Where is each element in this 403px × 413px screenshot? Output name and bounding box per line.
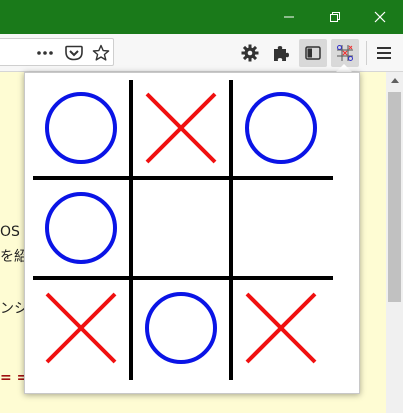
board-cell-2-0[interactable] [33, 280, 129, 376]
page-scrollbar[interactable] [386, 72, 403, 413]
o-mark-icon [45, 92, 117, 164]
bookmark-button[interactable] [90, 34, 112, 71]
page-actions-button[interactable] [34, 34, 56, 71]
board-cell-2-1[interactable] [133, 280, 229, 376]
chevron-up-icon [390, 78, 399, 83]
gear-icon [241, 44, 259, 61]
o-mark-icon [45, 192, 117, 264]
board-cell-0-1[interactable] [133, 80, 229, 176]
scrollbar-thumb[interactable] [388, 92, 401, 302]
close-window-button[interactable] [357, 0, 403, 34]
tictactoe-extension-icon [337, 44, 353, 61]
tictactoe-board [33, 80, 333, 380]
close-icon [374, 11, 386, 23]
o-mark-icon [145, 292, 217, 364]
hamburger-menu-icon [377, 46, 391, 59]
settings-button[interactable] [238, 34, 262, 71]
board-cell-2-2[interactable] [233, 280, 329, 376]
x-mark-icon [45, 292, 117, 364]
board-cell-1-1[interactable] [133, 180, 229, 276]
x-mark-icon [245, 292, 317, 364]
puzzle-icon [274, 45, 289, 61]
restore-button[interactable] [312, 0, 358, 34]
minimize-button[interactable] [266, 0, 312, 34]
board-cell-1-0[interactable] [33, 180, 129, 276]
more-dots-icon [37, 50, 53, 55]
popup-arrow [336, 64, 352, 72]
star-icon [92, 44, 110, 61]
o-mark-icon [245, 92, 317, 164]
pocket-button[interactable] [62, 34, 86, 71]
app-menu-button[interactable] [372, 34, 396, 71]
sidebar-icon [305, 45, 321, 60]
toolbar-separator [366, 41, 367, 65]
extensions-button[interactable] [269, 34, 293, 71]
minimize-icon [284, 16, 294, 18]
window-titlebar [0, 0, 403, 34]
board-cell-1-2[interactable] [233, 180, 329, 276]
board-cell-0-0[interactable] [33, 80, 129, 176]
scroll-up-button[interactable] [386, 72, 403, 89]
sidebar-toggle-button[interactable] [299, 34, 327, 71]
restore-icon [330, 12, 340, 22]
page-text-line: OS [0, 224, 20, 240]
board-cell-0-2[interactable] [233, 80, 329, 176]
pocket-icon [65, 45, 83, 60]
x-mark-icon [145, 92, 217, 164]
